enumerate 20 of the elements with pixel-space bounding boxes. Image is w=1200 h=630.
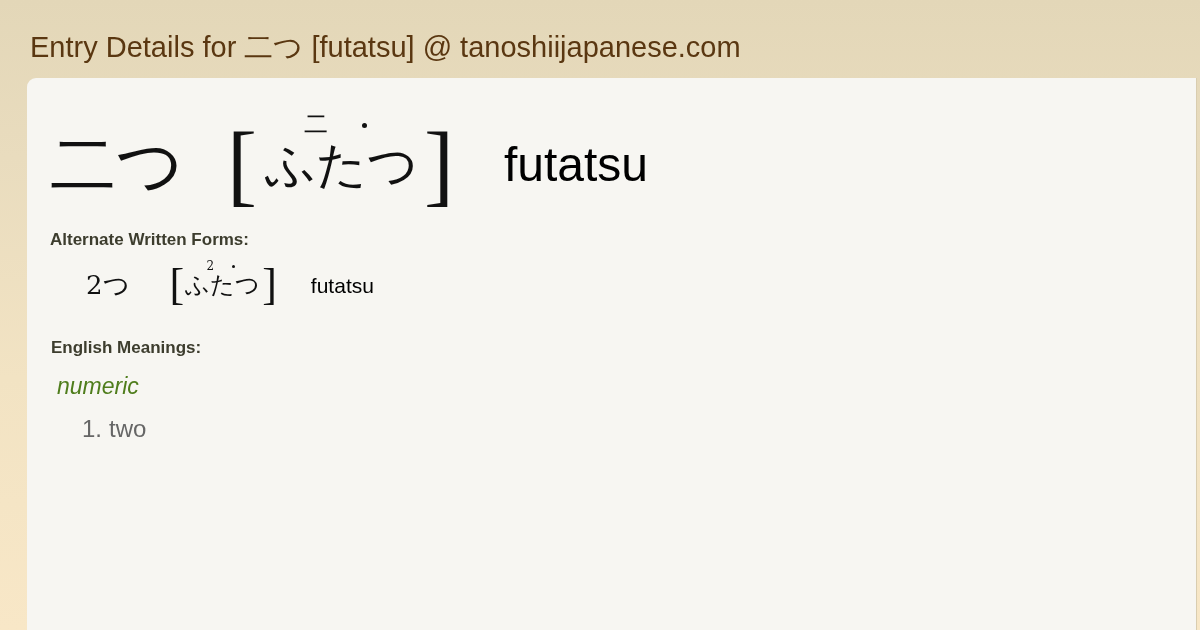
section-heading: Alternate Written Forms:: [50, 230, 249, 250]
kana-text: つ: [235, 273, 261, 297]
sense-number: 1.: [82, 414, 102, 444]
kana-text: つ: [367, 140, 418, 190]
page-title: Entry Details for 二つ [futatsu] @ tanoshiijapanese.com: [30, 32, 741, 63]
bracket-text: [: [169, 263, 185, 307]
section-heading: English Meanings:: [51, 338, 202, 358]
romaji-text: futatsu: [310, 274, 374, 296]
kanji-word: 2つ: [86, 272, 130, 298]
part-of-speech-label: numeric: [57, 373, 139, 401]
bracket-text: ]: [424, 120, 454, 210]
ruby-text: 2: [206, 260, 214, 272]
kanji-word: 二つ: [50, 132, 184, 198]
bracket-text: ]: [262, 263, 277, 307]
ruby-text: 二: [304, 112, 328, 136]
bracket-text: [: [227, 120, 257, 210]
romaji-text: futatsu: [503, 141, 649, 189]
kana-text: ふた: [265, 140, 367, 190]
meaning-text: two: [109, 414, 147, 444]
kana-text: ふた: [185, 273, 236, 297]
